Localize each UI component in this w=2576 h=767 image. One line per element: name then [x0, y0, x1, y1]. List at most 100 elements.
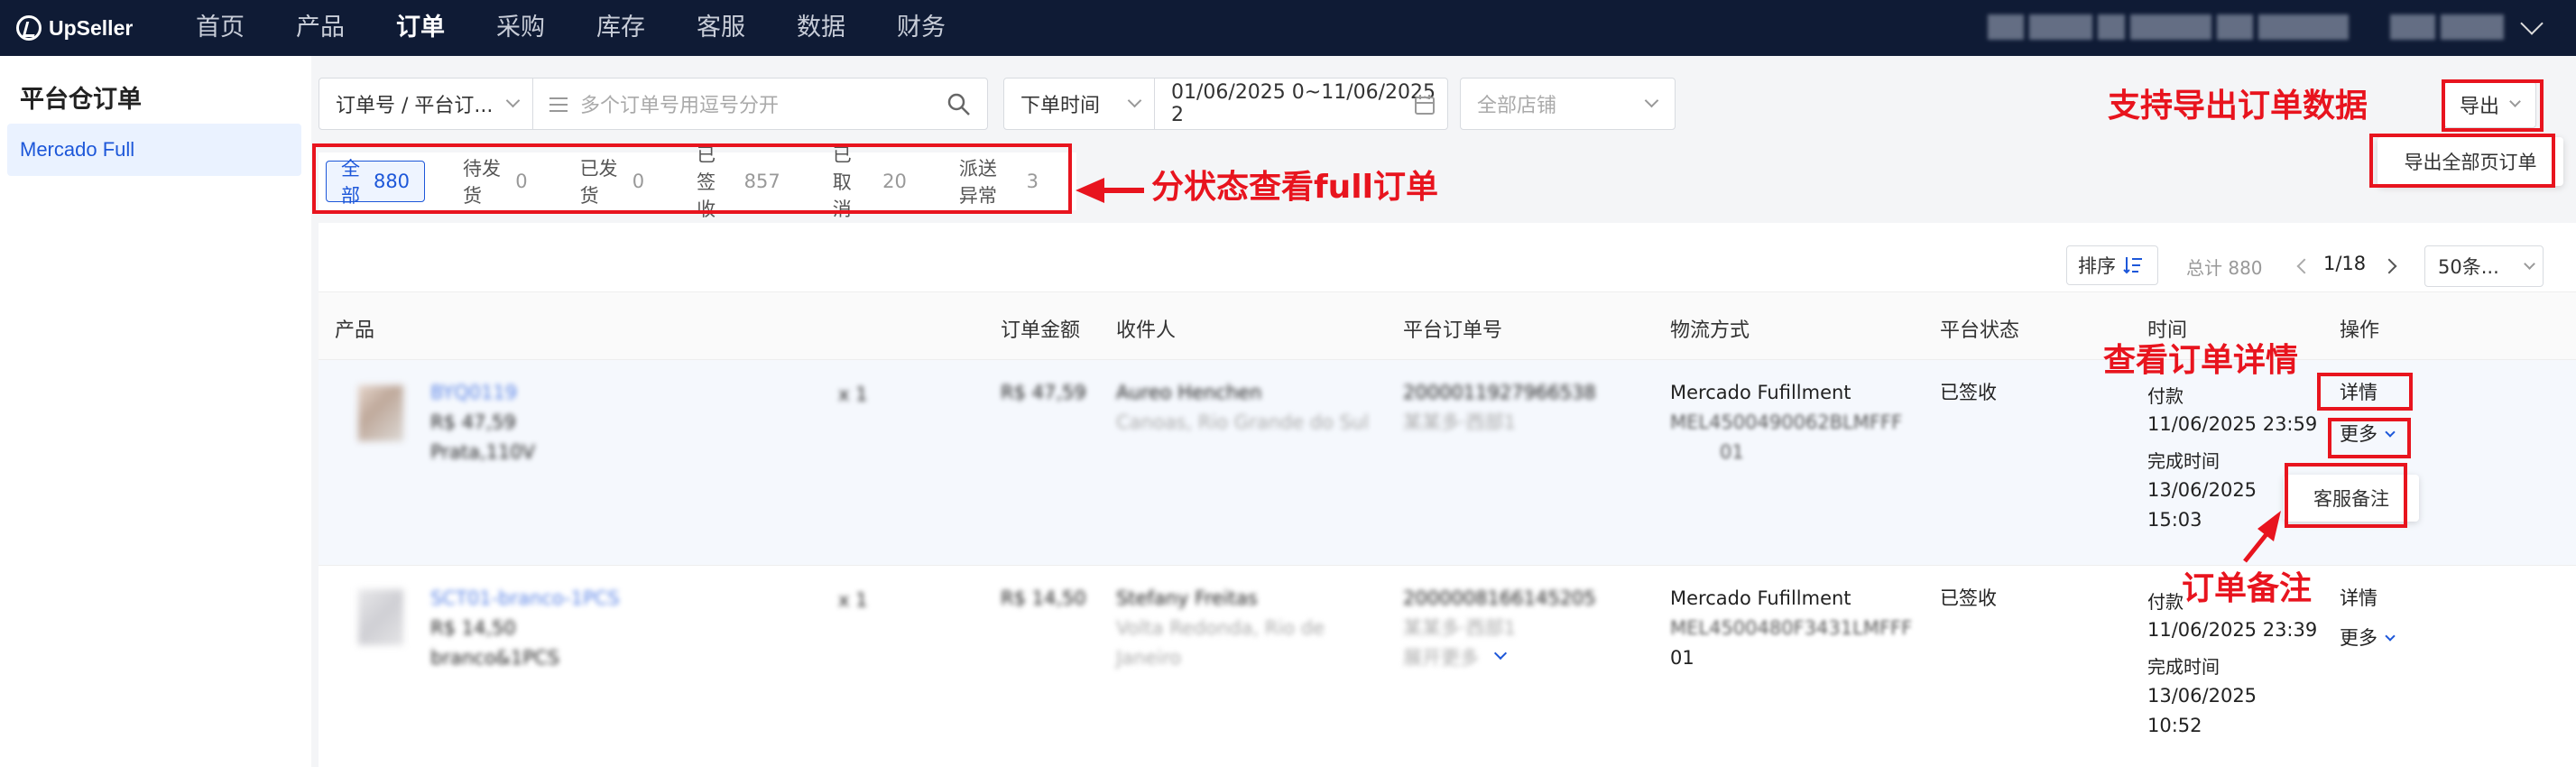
note-highlight — [2285, 463, 2407, 528]
recipient-address: Volta Redonda, Rio de — [1116, 617, 1325, 639]
recipient-name: Aureo Henchen — [1116, 382, 1262, 403]
account-blur — [2258, 14, 2349, 40]
recipient-address: Canoas, Rio Grande do Sul — [1116, 411, 1370, 433]
detail-highlight — [2317, 373, 2413, 411]
logistics-method: Mercado Fufillment — [1670, 382, 1851, 403]
complete-time: 10:52 — [2147, 715, 2202, 736]
chevron-down-icon — [1127, 93, 1142, 108]
sidebar-title: 平台仓订单 — [20, 86, 142, 114]
prev-page-icon[interactable] — [2296, 258, 2313, 274]
order-expand-link[interactable]: 展开更多 — [1403, 643, 1479, 673]
column-recipient: 收件人 — [1116, 319, 1177, 342]
upseller-logo[interactable]: UpSeller — [16, 12, 133, 44]
product-price: R$ 14,50 — [430, 617, 516, 639]
tracking-line: MEL4500480F3431LMFFF — [1670, 617, 1913, 639]
more-label: 更多 — [2340, 627, 2377, 649]
total-count: 总计 880 — [2186, 257, 2263, 279]
export-all-highlight — [2369, 134, 2555, 188]
tracking-line: 01 — [1670, 647, 1694, 669]
column-platform-status: 平台状态 — [1940, 319, 2020, 342]
menu-inventory[interactable]: 库存 — [596, 0, 645, 56]
account-blur — [2098, 14, 2125, 40]
account-blur — [2441, 14, 2504, 40]
logistics-method: Mercado Fufillment — [1670, 587, 1851, 609]
top-nav: UpSeller 首页 产品 订单 采购 库存 客服 数据 财务 — [0, 0, 2576, 56]
sidebar-item-mercado-full[interactable]: Mercado Full — [7, 124, 301, 176]
order-table-panel: 排序 总计 880 1/18 50条... 产品 订单金额 收件人 平台订单号 … — [319, 223, 2576, 767]
sort-icon — [2123, 257, 2142, 274]
product-quantity: x 1 — [838, 384, 868, 405]
column-product: 产品 — [335, 319, 375, 342]
order-number-input[interactable]: 多个订单号用逗号分开 — [532, 78, 988, 130]
page-size-value: 50条... — [2438, 256, 2499, 278]
chevron-down-icon[interactable] — [1493, 646, 1508, 661]
platform-status: 已签收 — [1940, 587, 1997, 609]
time-type-value: 下单时间 — [1020, 95, 1101, 117]
product-variant: branco&1PCS — [430, 647, 559, 669]
sort-button[interactable]: 排序 — [2066, 245, 2158, 285]
platform-order-number: 2000008166145205 — [1403, 587, 1596, 609]
pay-time: 11/06/2025 23:39 — [2147, 619, 2318, 641]
store-placeholder: 全部店铺 — [1477, 95, 1557, 117]
menu-purchase[interactable]: 采购 — [496, 0, 545, 56]
menu-finance[interactable]: 财务 — [897, 0, 946, 56]
account-blur — [2130, 14, 2211, 40]
product-price: R$ 47,59 — [430, 411, 516, 433]
annotation-export: 支持导出订单数据 — [2108, 88, 2368, 125]
menu-home[interactable]: 首页 — [196, 0, 245, 56]
account-blur — [2217, 14, 2253, 40]
column-amount: 订单金额 — [1001, 319, 1081, 342]
tracking-number: MEL4500490062BLMFFF — [1670, 408, 1902, 438]
tracking-line: 01 — [1720, 441, 1744, 463]
annotation-note: 订单备注 — [2182, 570, 2313, 607]
user-account-menu[interactable] — [1988, 12, 2544, 40]
store-select[interactable]: 全部店铺 — [1460, 78, 1676, 130]
menu-orders[interactable]: 订单 — [396, 0, 445, 56]
export-highlight — [2442, 79, 2544, 132]
product-thumbnail[interactable] — [358, 385, 403, 441]
complete-label: 完成时间 — [2147, 450, 2220, 472]
order-amount: R$ 47,59 — [1001, 382, 1086, 403]
recipient-name: Stefany Freitas — [1116, 587, 1258, 609]
detail-link[interactable]: 详情 — [2340, 584, 2377, 614]
order-type-value: 订单号 / 平台订... — [336, 95, 494, 117]
more-dropdown[interactable]: 更多 — [2340, 624, 2396, 653]
column-logistics: 物流方式 — [1670, 319, 1750, 342]
page-size-select[interactable]: 50条... — [2424, 245, 2544, 287]
chevron-down-icon — [2520, 12, 2544, 35]
pay-label: 付款 — [2147, 591, 2184, 613]
menu-service[interactable]: 客服 — [697, 0, 745, 56]
product-thumbnail[interactable] — [358, 589, 403, 645]
sidebar: 平台仓订单 Mercado Full — [0, 56, 311, 767]
date-range-picker[interactable]: 01/06/2025 0~11/06/2025 2 — [1154, 78, 1448, 130]
recipient-address: Janeiro — [1116, 647, 1182, 669]
product-quantity: x 1 — [838, 589, 868, 611]
menu-data[interactable]: 数据 — [797, 0, 845, 56]
chevron-down-icon — [1644, 93, 1659, 108]
list-icon — [549, 97, 568, 112]
order-type-select[interactable]: 订单号 / 平台订... — [319, 78, 533, 130]
complete-date: 13/06/2025 — [2147, 685, 2257, 707]
complete-time: 15:03 — [2147, 509, 2202, 531]
more-highlight — [2328, 418, 2411, 458]
time-type-select[interactable]: 下单时间 — [1003, 78, 1155, 130]
product-sku-link[interactable]: SCT01-branco-1PCS — [430, 584, 620, 614]
logo-text: UpSeller — [49, 15, 134, 40]
annotation-tabs: 分状态查看full订单 — [1151, 169, 1438, 206]
complete-date: 13/06/2025 — [2147, 479, 2257, 501]
product-sku-link[interactable]: BYQ0119 — [430, 378, 517, 408]
page-indicator: 1/18 — [2323, 253, 2367, 274]
tabs-highlight — [312, 143, 1072, 214]
column-order-number: 平台订单号 — [1403, 319, 1503, 342]
menu-products[interactable]: 产品 — [296, 0, 345, 56]
sort-label: 排序 — [2078, 255, 2116, 277]
search-icon[interactable] — [947, 93, 971, 116]
order-amount: R$ 14,50 — [1001, 587, 1086, 609]
next-page-icon[interactable] — [2381, 258, 2397, 274]
order-number-placeholder: 多个订单号用逗号分开 — [580, 95, 780, 117]
pay-time: 11/06/2025 23:59 — [2147, 413, 2318, 435]
platform-status: 已签收 — [1940, 382, 1997, 403]
account-blur — [2390, 14, 2435, 40]
main-menu: 首页 产品 订单 采购 库存 客服 数据 财务 — [196, 0, 997, 56]
pay-label: 付款 — [2147, 385, 2184, 407]
